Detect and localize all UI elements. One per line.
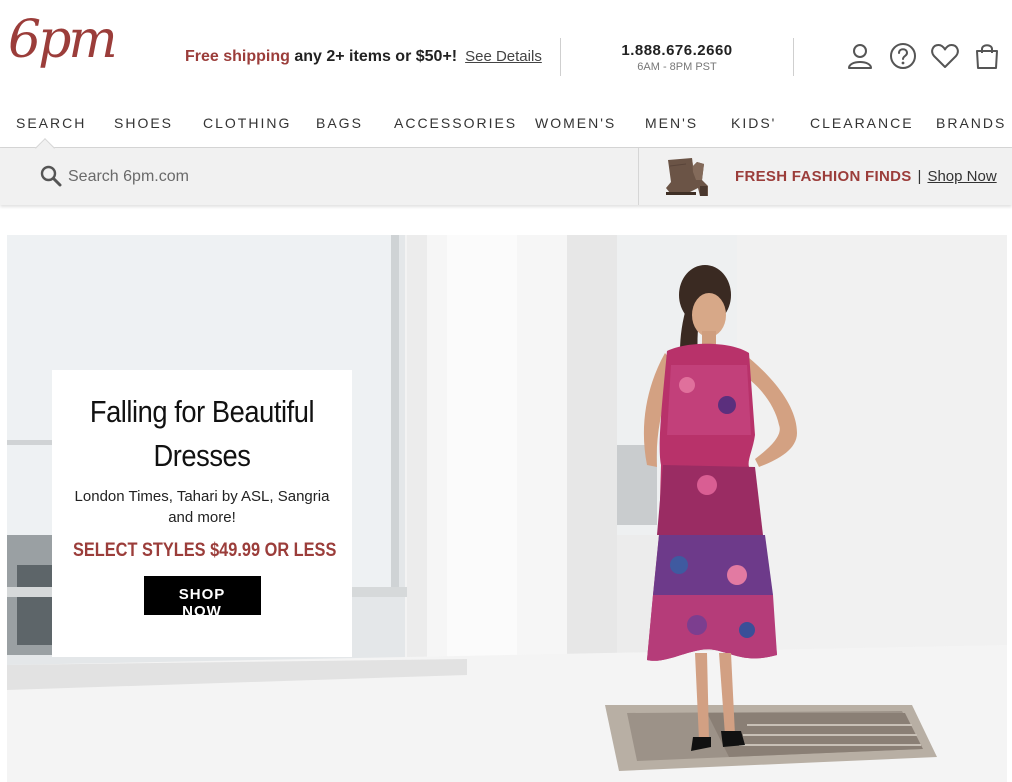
heart-icon[interactable] [930,41,960,71]
ankle-boot-image[interactable] [662,152,718,202]
search-divider [638,148,639,205]
shop-now-link[interactable]: Shop Now [927,168,996,185]
search-input[interactable] [68,162,488,192]
nav-item-shoes[interactable]: SHOES [114,115,173,131]
nav-item-clothing[interactable]: CLOTHING [203,115,291,131]
shipping-promo: Free shipping any 2+ items or $50+! See D… [185,48,542,66]
fresh-finds-title[interactable]: FRESH FASHION FINDS [735,168,912,185]
nav-item-accessories[interactable]: ACCESSORIES [394,115,517,131]
hero-banner[interactable]: Falling for Beautiful Dresses London Tim… [7,235,1007,782]
nav-item-mens[interactable]: MEN'S [645,115,698,131]
shopping-bag-icon[interactable] [972,41,1002,71]
fresh-finds-separator: | [917,168,922,185]
main-navigation: SEARCH SHOES CLOTHING BAGS ACCESSORIES W… [0,104,1012,148]
header-divider [793,38,794,76]
site-header: 6pm Free shipping any 2+ items or $50+! S… [0,0,1012,104]
search-bar: FRESH FASHION FINDS | Shop Now [0,138,1012,205]
nav-item-bags[interactable]: BAGS [316,115,363,131]
nav-item-womens[interactable]: WOMEN'S [535,115,616,131]
hero-subtitle: London Times, Tahari by ASL, Sangria and… [74,488,330,526]
promo-text: any 2+ items or $50+! [289,48,458,65]
nav-item-clearance[interactable]: CLEARANCE [810,115,914,131]
customer-service-phone: 1.888.676.2660 6AM - 8PM PST [610,42,744,73]
phone-number[interactable]: 1.888.676.2660 [610,42,744,59]
see-details-link[interactable]: See Details [465,48,542,65]
hero-promo-card: Falling for Beautiful Dresses London Tim… [52,370,352,657]
phone-hours: 6AM - 8PM PST [637,61,717,73]
nav-item-brands[interactable]: BRANDS [936,115,1006,131]
shop-now-button[interactable]: SHOP NOW [143,576,261,620]
hero-title-line-2: Dresses [153,438,251,473]
nav-item-kids[interactable]: KIDS' [731,115,776,131]
site-logo[interactable]: 6pm [8,14,118,66]
promo-highlight: Free shipping [185,48,290,65]
account-icon[interactable] [845,41,875,71]
hero-title-line-1: Falling for Beautiful [89,394,315,429]
help-icon[interactable] [888,41,918,71]
hero-offer: SELECT STYLES $49.99 OR LESS [73,540,337,561]
header-divider [560,38,561,76]
search-icon[interactable] [40,165,62,187]
nav-item-search[interactable]: SEARCH [16,115,86,131]
hero-title: Falling for Beautiful Dresses [70,390,334,478]
fresh-finds-promo: FRESH FASHION FINDS | Shop Now [735,168,997,185]
